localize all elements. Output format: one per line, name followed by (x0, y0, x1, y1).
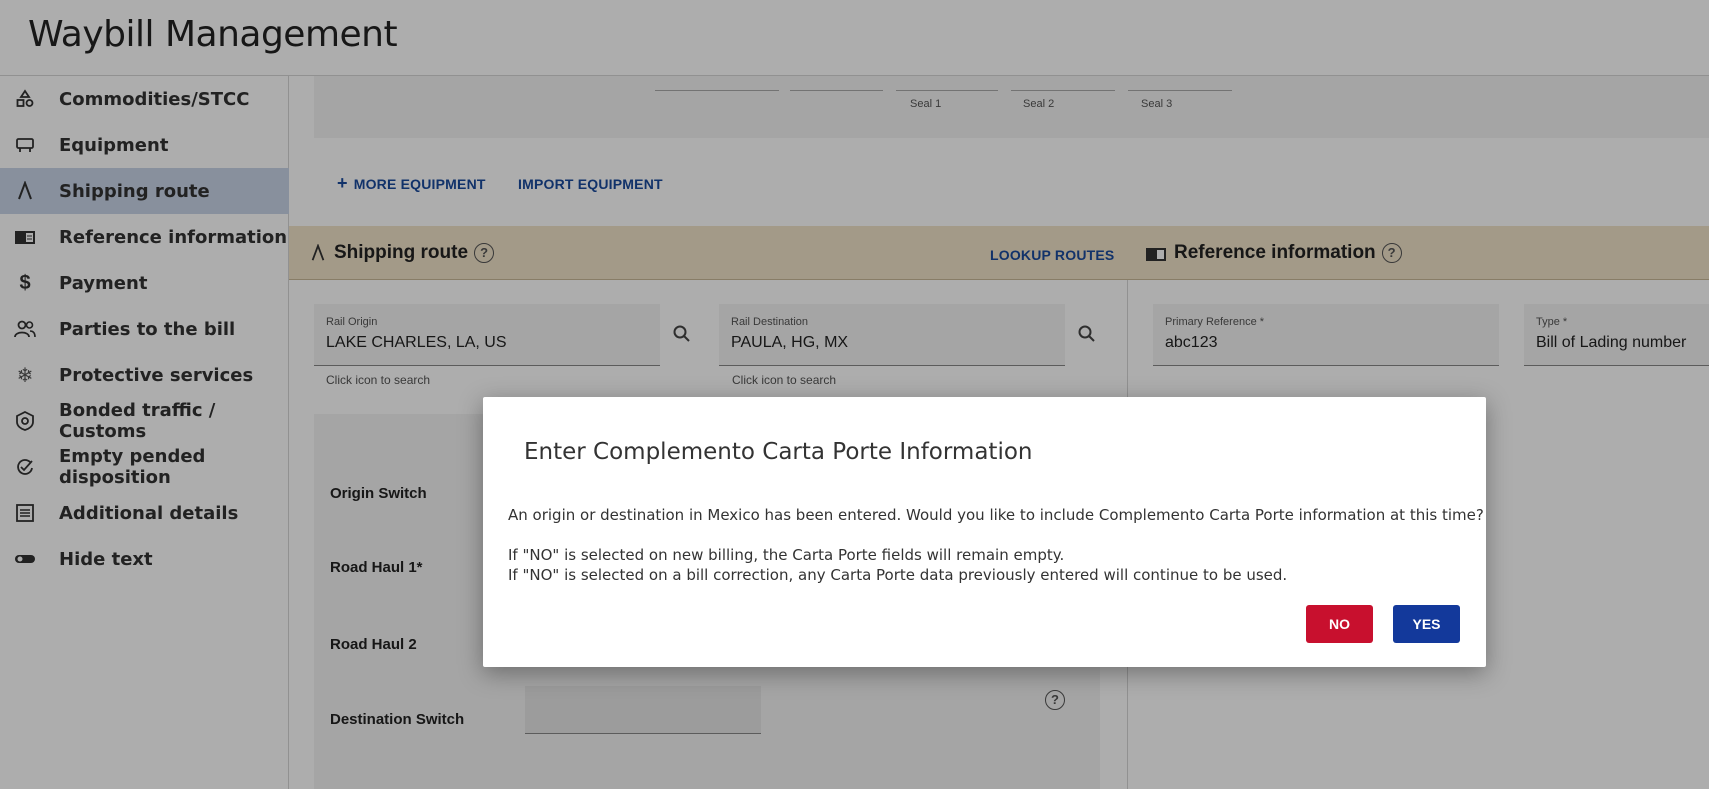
yes-button[interactable]: YES (1393, 605, 1460, 643)
dialog-message: An origin or destination in Mexico has b… (508, 506, 1484, 524)
modal-backdrop[interactable] (0, 0, 1709, 789)
dialog-note-new-billing: If "NO" is selected on new billing, the … (508, 546, 1065, 564)
app: Waybill Management Commodities/STCC Equi… (0, 0, 1709, 789)
dialog-title: Enter Complemento Carta Porte Informatio… (524, 439, 1033, 465)
dialog-note-bill-correction: If "NO" is selected on a bill correction… (508, 566, 1288, 584)
carta-porte-dialog: Enter Complemento Carta Porte Informatio… (483, 397, 1486, 667)
no-button[interactable]: NO (1306, 605, 1373, 643)
